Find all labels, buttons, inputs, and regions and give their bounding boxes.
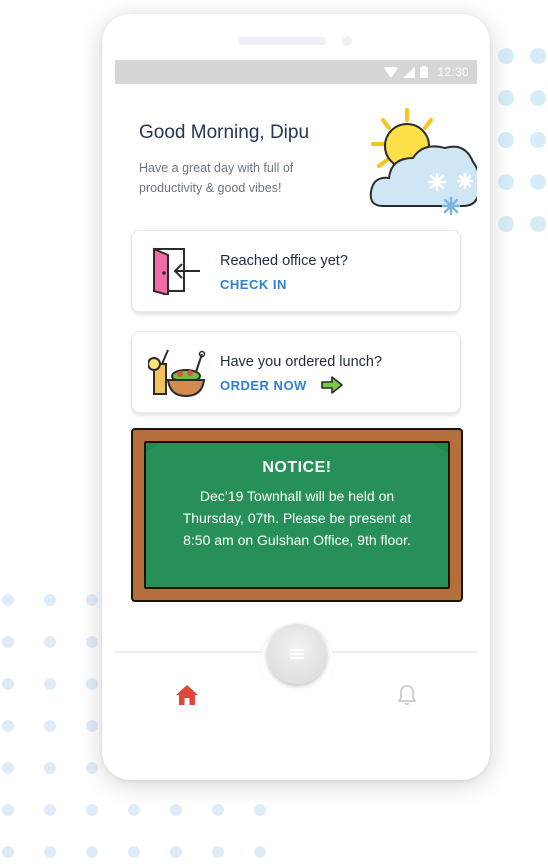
check-in-title: Reached office yet? — [220, 253, 348, 269]
signal-icon — [403, 66, 416, 78]
notice-body: Dec’19 Townhall will be held on Thursday… — [182, 488, 412, 548]
order-now-button[interactable]: ORDER NOW — [220, 378, 307, 393]
order-lunch-card[interactable]: Have you ordered lunch? ORDER NOW — [131, 331, 461, 413]
notice-title: NOTICE! — [262, 459, 332, 476]
wifi-icon — [384, 66, 399, 78]
status-time: 12:30 — [437, 65, 469, 79]
greeting-title: Good Morning, Dipu — [139, 122, 310, 143]
app-screen: 12:30 Good Morning, Dipu Have a great da… — [115, 60, 477, 760]
status-bar: 12:30 — [115, 60, 477, 84]
phone-frame: 12:30 Good Morning, Dipu Have a great da… — [102, 14, 490, 780]
menu-icon — [289, 648, 305, 660]
bell-icon[interactable] — [397, 684, 417, 706]
battery-icon — [420, 66, 429, 78]
check-in-button[interactable]: CHECK IN — [220, 277, 287, 292]
menu-fab-button[interactable] — [267, 624, 327, 684]
arrow-right-icon — [321, 376, 343, 394]
home-icon[interactable] — [175, 684, 199, 706]
lunch-bowl-icon — [148, 349, 206, 398]
notice-board-surface: NOTICE! Dec’19 Townhall will be held on … — [144, 441, 450, 589]
weather-sun-cloud-icon — [369, 108, 477, 216]
decor-dots-right — [498, 48, 548, 238]
notice-board: NOTICE! Dec’19 Townhall will be held on … — [131, 428, 463, 602]
greeting-subtitle: Have a great day with full of productivi… — [139, 161, 294, 195]
phone-speaker — [238, 37, 326, 45]
check-in-card[interactable]: Reached office yet? CHECK IN — [131, 230, 461, 312]
order-lunch-title: Have you ordered lunch? — [220, 354, 383, 370]
phone-camera — [342, 36, 352, 46]
door-exit-icon — [153, 247, 200, 295]
